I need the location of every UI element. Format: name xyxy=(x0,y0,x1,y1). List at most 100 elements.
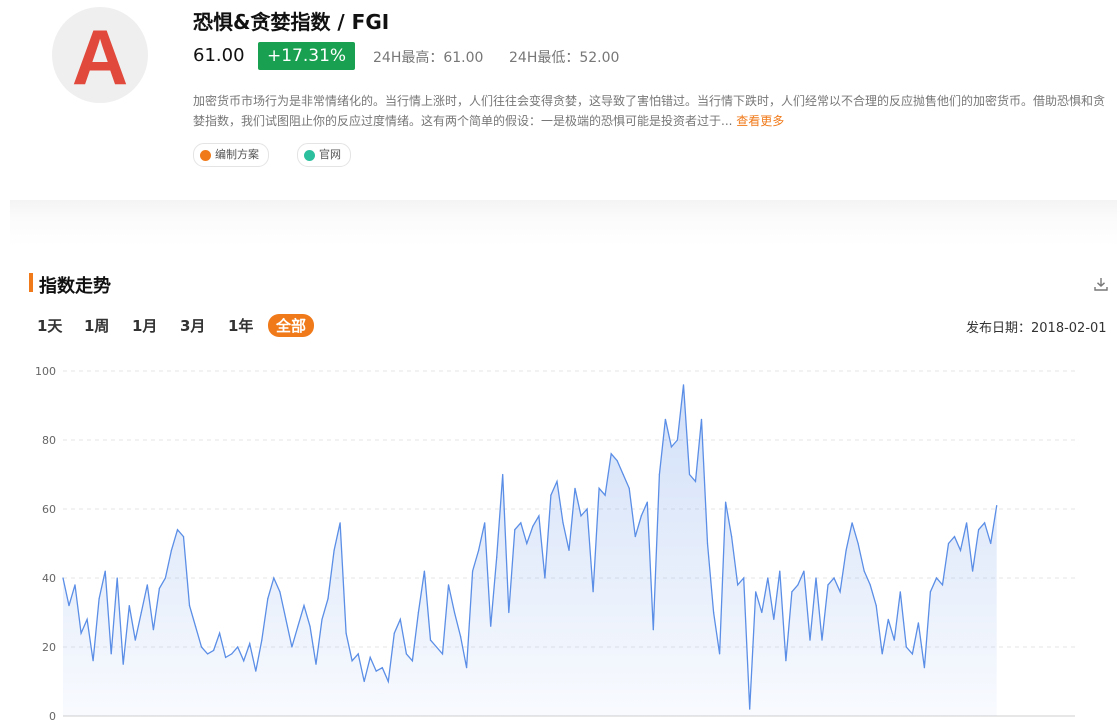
data-point xyxy=(737,584,739,586)
data-point xyxy=(779,570,781,572)
data-point xyxy=(947,542,950,545)
data-point xyxy=(447,584,450,586)
data-point xyxy=(92,660,94,662)
data-point xyxy=(357,653,359,655)
data-point xyxy=(417,611,419,614)
data-point xyxy=(315,663,317,665)
data-point xyxy=(953,536,956,538)
data-point xyxy=(520,522,522,524)
data-point xyxy=(694,480,697,482)
data-point xyxy=(845,549,847,551)
data-point xyxy=(273,577,275,579)
data-point xyxy=(243,660,245,662)
data-point xyxy=(833,577,835,579)
data-point xyxy=(339,522,341,524)
data-point xyxy=(749,708,751,710)
data-point xyxy=(80,632,82,634)
data-point xyxy=(682,384,685,386)
header-divider xyxy=(10,200,1117,246)
data-point xyxy=(333,549,335,551)
change-badge: +17.31% xyxy=(258,42,356,70)
data-point xyxy=(725,501,727,503)
data-point xyxy=(773,618,775,620)
download-icon[interactable] xyxy=(1093,276,1109,292)
data-point xyxy=(544,577,546,579)
data-point xyxy=(110,653,112,655)
data-point xyxy=(899,591,901,593)
data-point xyxy=(261,639,263,641)
y-tick-label: 20 xyxy=(42,641,56,654)
publish-date: 发布日期：2018-02-01 xyxy=(966,321,1107,336)
data-point xyxy=(586,508,588,510)
data-point xyxy=(731,536,733,538)
range-3m[interactable]: 3月 xyxy=(180,315,205,336)
data-point xyxy=(966,522,968,524)
data-point xyxy=(905,646,907,648)
data-point xyxy=(249,643,251,645)
data-point xyxy=(213,649,215,651)
data-point xyxy=(869,584,871,586)
data-point xyxy=(743,577,745,579)
chart-area-fill xyxy=(63,384,997,716)
low-24h: 24H最低：52.00 xyxy=(509,50,620,66)
data-point xyxy=(122,663,124,665)
range-1y[interactable]: 1年 xyxy=(228,315,253,336)
data-point xyxy=(496,556,498,558)
data-point xyxy=(62,577,64,579)
data-point xyxy=(429,639,432,641)
methodology-icon xyxy=(200,149,211,161)
data-point xyxy=(929,591,932,593)
data-point xyxy=(911,653,914,655)
data-point xyxy=(893,639,895,641)
data-point xyxy=(303,605,305,607)
data-point xyxy=(393,632,395,634)
data-point xyxy=(574,487,576,489)
description: 加密货币市场行为是非常情绪化的。当行情上涨时，人们往往会变得贪婪，这导致了害怕错… xyxy=(193,94,1106,128)
data-point xyxy=(255,670,257,672)
data-point xyxy=(74,584,76,586)
data-point xyxy=(291,646,293,648)
data-point xyxy=(664,418,667,420)
data-point xyxy=(821,639,823,641)
data-point xyxy=(466,667,468,669)
data-point xyxy=(658,473,661,476)
data-point xyxy=(815,577,817,579)
data-point xyxy=(176,529,179,531)
data-point xyxy=(435,646,438,648)
data-point xyxy=(839,591,841,593)
y-tick-label: 40 xyxy=(42,572,56,585)
range-1m[interactable]: 1月 xyxy=(132,315,157,336)
section-title: 指数走势 xyxy=(39,276,111,297)
range-1d[interactable]: 1天 xyxy=(37,315,62,336)
data-point xyxy=(923,667,926,669)
data-point xyxy=(219,632,221,634)
data-point xyxy=(514,529,516,531)
data-point xyxy=(622,473,624,476)
see-more-link[interactable]: 查看更多 xyxy=(736,114,784,128)
fgi-chart: 0 20 40 60 80 100 xyxy=(35,365,1075,721)
data-point xyxy=(327,598,329,600)
data-point xyxy=(785,660,787,662)
data-point xyxy=(604,494,606,496)
data-point xyxy=(285,618,287,620)
data-point xyxy=(231,653,233,655)
fgi-logo: A xyxy=(52,7,148,103)
data-point xyxy=(267,598,269,600)
data-point xyxy=(502,473,504,476)
data-point xyxy=(399,618,401,620)
methodology-tag[interactable]: 编制方案 xyxy=(193,143,269,167)
data-point xyxy=(411,660,413,662)
data-point xyxy=(568,549,570,551)
data-point xyxy=(453,611,456,614)
data-point xyxy=(237,646,239,648)
range-1w[interactable]: 1周 xyxy=(84,315,109,336)
range-all[interactable]: 全部 xyxy=(268,314,315,337)
data-point xyxy=(767,577,769,579)
data-point xyxy=(972,570,974,572)
website-tag[interactable]: 官网 xyxy=(297,143,351,167)
data-point xyxy=(634,536,636,538)
data-point xyxy=(851,522,853,524)
data-point xyxy=(532,525,534,527)
data-point xyxy=(321,618,323,620)
data-point xyxy=(152,629,154,631)
